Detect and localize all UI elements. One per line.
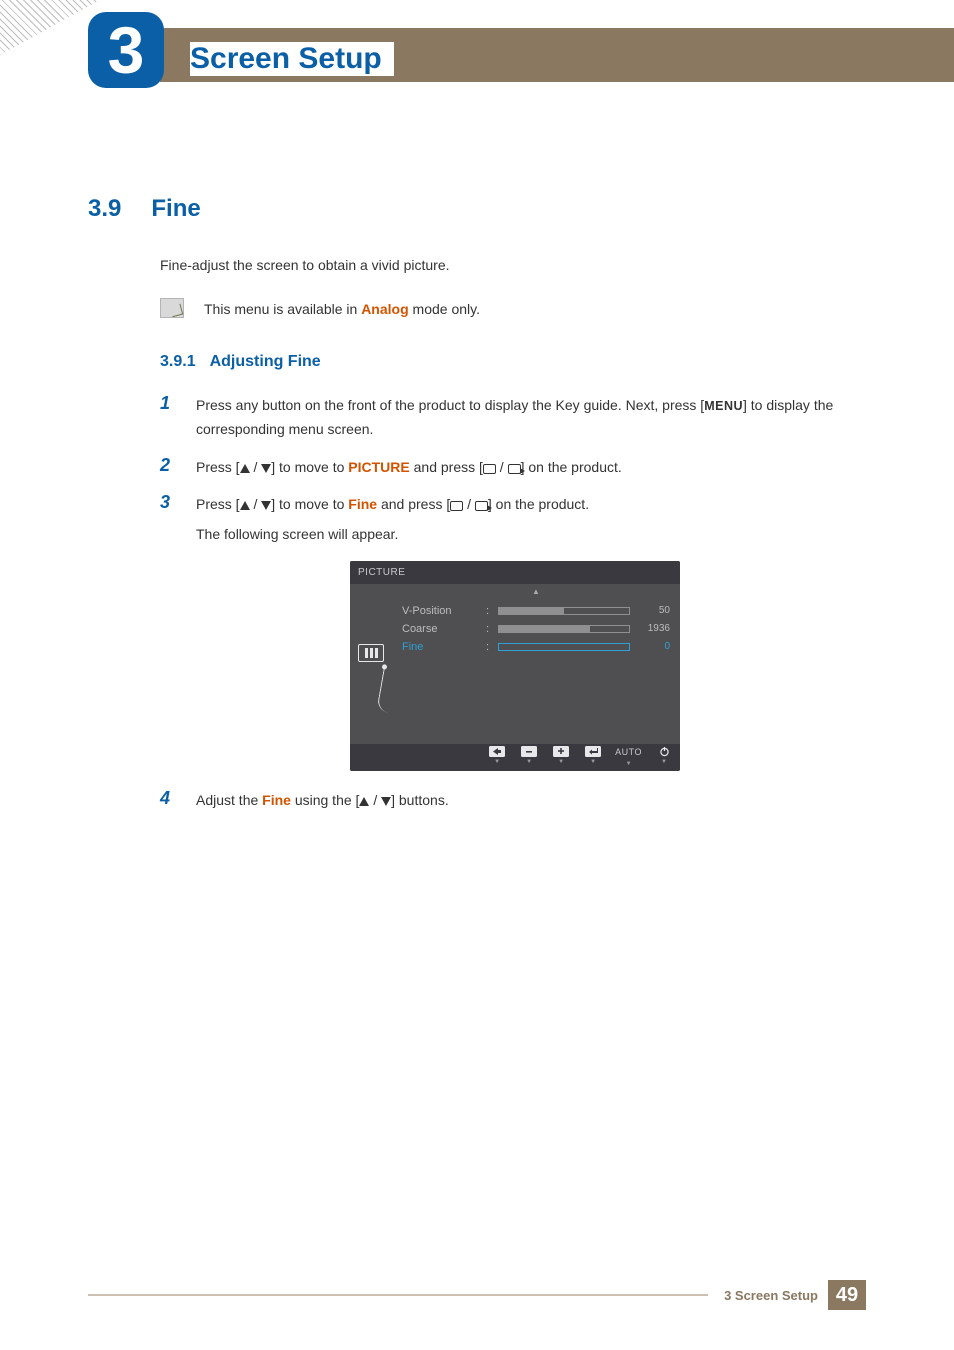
step2-a: Press [ <box>196 459 240 475</box>
osd-label: Coarse <box>402 621 480 638</box>
intro-text: Fine-adjust the screen to obtain a vivid… <box>160 255 870 276</box>
note-suffix: mode only. <box>409 301 480 317</box>
osd-footer-minus: ▼ <box>519 746 539 770</box>
step3-a: Press [ <box>196 496 240 512</box>
subsection-title: Adjusting Fine <box>210 353 321 370</box>
osd-colon: : <box>486 621 492 638</box>
source-icon <box>475 501 488 511</box>
note-row: This menu is available in Analog mode on… <box>160 298 870 320</box>
keyword-fine: Fine <box>262 792 291 808</box>
osd-value-active: 0 <box>636 639 670 654</box>
auto-label: AUTO <box>615 746 642 760</box>
step-3: 3 Press [ / ] to move to Fine and press … <box>160 493 870 547</box>
osd-title: PICTURE <box>350 561 680 584</box>
step-body: Adjust the Fine using the [ / ] buttons. <box>196 789 870 813</box>
osd-menu: PICTURE ▲ V-Position : 50 Coarse <box>350 561 680 772</box>
picture-category-icon <box>358 644 384 662</box>
triangle-down-icon <box>381 797 391 806</box>
osd-row-vposition: V-Position : 50 <box>402 602 670 620</box>
page-number: 49 <box>828 1280 866 1310</box>
osd-slider <box>498 625 630 633</box>
osd-footer: ▼ ▼ ▼ ▼ <box>350 744 680 772</box>
section-number: 3.9 <box>88 195 121 222</box>
triangle-up-icon <box>240 501 250 510</box>
footer-chapter-label: 3 Screen Setup <box>708 1288 828 1303</box>
osd-slider <box>498 607 630 615</box>
step-number: 1 <box>160 394 178 442</box>
section-title: Fine <box>151 195 200 222</box>
step-body: Press [ / ] to move to PICTURE and press… <box>196 456 870 480</box>
step1-text-a: Press any button on the front of the pro… <box>196 397 704 413</box>
osd-footer-power: ▼ <box>654 746 674 770</box>
rect-icon <box>450 501 463 511</box>
step3-c: and press [ <box>377 496 450 512</box>
note-prefix: This menu is available in <box>204 301 361 317</box>
step-number: 4 <box>160 789 178 813</box>
section-heading: 3.9 Fine <box>88 195 201 223</box>
triangle-up-icon <box>240 464 250 473</box>
step2-b: ] to move to <box>271 459 348 475</box>
note-icon <box>160 298 184 318</box>
step3-b: ] to move to <box>271 496 348 512</box>
step-2: 2 Press [ / ] to move to PICTURE and pre… <box>160 456 870 480</box>
osd-scroll-up-icon: ▲ <box>402 584 670 602</box>
osd-label-active: Fine <box>402 639 480 656</box>
osd-footer-enter: ▼ <box>583 746 603 770</box>
subsection-number: 3.9.1 <box>160 353 196 370</box>
step4-a: Adjust the <box>196 792 262 808</box>
chapter-title: Screen Setup <box>190 42 394 76</box>
osd-figure: PICTURE ▲ V-Position : 50 Coarse <box>350 561 680 772</box>
osd-slider-active <box>498 643 630 651</box>
page-footer: 3 Screen Setup 49 <box>88 1280 866 1310</box>
step-1: 1 Press any button on the front of the p… <box>160 394 870 442</box>
osd-footer-back: ▼ <box>487 746 507 770</box>
step2-c: and press [ <box>410 459 483 475</box>
keyword-fine: Fine <box>348 496 377 512</box>
osd-label: V-Position <box>402 603 480 620</box>
step-4: 4 Adjust the Fine using the [ / ] button… <box>160 789 870 813</box>
body-content: Fine-adjust the screen to obtain a vivid… <box>160 255 870 827</box>
step4-b: using the [ <box>291 792 360 808</box>
source-icon <box>508 464 521 474</box>
triangle-up-icon <box>359 797 369 806</box>
keyword-picture: PICTURE <box>348 459 409 475</box>
step2-d: ] on the product. <box>521 459 622 475</box>
step-body: Press any button on the front of the pro… <box>196 394 870 442</box>
step-number: 3 <box>160 493 178 547</box>
step-number: 2 <box>160 456 178 480</box>
note-mode: Analog <box>361 301 408 317</box>
osd-body: ▲ V-Position : 50 Coarse : 1936 Fin <box>350 584 680 744</box>
rect-icon <box>483 464 496 474</box>
osd-row-fine: Fine : 0 <box>402 638 670 656</box>
menu-button-label: MENU <box>704 399 743 413</box>
enter-icon <box>585 746 601 757</box>
step4-c: ] buttons. <box>391 792 449 808</box>
triangle-down-icon <box>261 501 271 510</box>
subsection-heading: 3.9.1 Adjusting Fine <box>160 350 870 374</box>
osd-icon-column <box>350 584 392 744</box>
osd-slider-fill <box>499 626 590 632</box>
osd-slider-fill <box>499 608 564 614</box>
osd-footer-auto: AUTO ▼ <box>615 746 642 770</box>
step3-d: ] on the product. <box>488 496 589 512</box>
osd-footer-plus: ▼ <box>551 746 571 770</box>
osd-value: 50 <box>636 603 670 618</box>
chapter-number-badge: 3 <box>88 12 164 88</box>
back-icon <box>489 746 505 757</box>
power-icon <box>659 746 670 757</box>
plus-icon <box>553 746 569 757</box>
osd-colon: : <box>486 639 492 656</box>
triangle-down-icon <box>261 464 271 473</box>
footer-rule <box>88 1294 708 1296</box>
osd-row-coarse: Coarse : 1936 <box>402 620 670 638</box>
osd-value: 1936 <box>636 621 670 636</box>
osd-main: ▲ V-Position : 50 Coarse : 1936 Fin <box>392 584 680 744</box>
step3-extra: The following screen will appear. <box>196 523 870 547</box>
step-body: Press [ / ] to move to Fine and press [ … <box>196 493 870 547</box>
minus-icon <box>521 746 537 757</box>
note-text: This menu is available in Analog mode on… <box>204 299 480 320</box>
osd-colon: : <box>486 603 492 620</box>
